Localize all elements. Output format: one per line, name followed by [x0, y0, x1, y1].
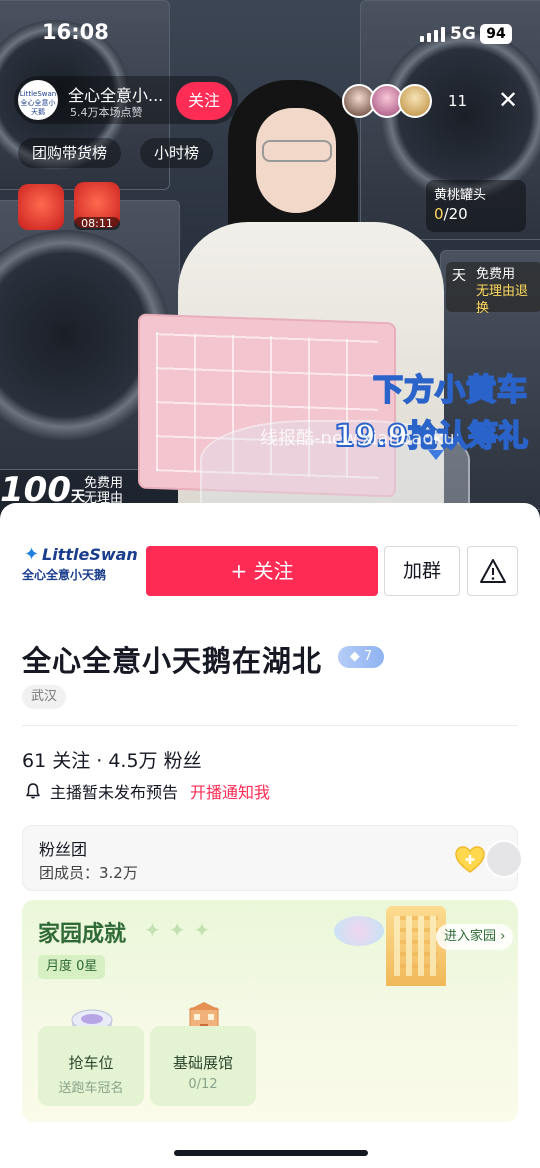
anchor-profile-sheet: ✦ LittleSwan 全心全意小天鹅 + 关注 加群 全心全意小天鹅在湖北 …	[0, 503, 540, 1168]
city-tag: 武汉	[22, 685, 67, 709]
promo-line-1: 下方小黄车	[372, 372, 528, 409]
free-use-label-left: 免费用 无理由	[84, 476, 123, 506]
heart-icon	[455, 846, 485, 873]
month-rating: 月度 0星	[38, 955, 106, 979]
viewer-count[interactable]: 11	[448, 92, 467, 110]
task-card[interactable]: 黄桃罐头 0/20	[426, 180, 526, 232]
rank-tag-hourly[interactable]: 小时榜	[140, 138, 214, 168]
free-use-left-line1: 免费用	[84, 476, 124, 491]
anchor-likes: 5.4万本场点赞	[70, 106, 143, 119]
basic-pavilion-item[interactable]: 基础展馆 0/12	[150, 1026, 256, 1106]
grab-parking-item[interactable]: 抢车位 送跑车冠名	[38, 1026, 144, 1106]
task-title: 黄桃罐头	[434, 188, 487, 203]
red-packet-countdown: 08:11	[74, 217, 120, 230]
anchor-avatar[interactable]: LittleSwan 全心全意小天鹅	[18, 80, 58, 120]
fans-club-card[interactable]: 粉丝团 团成员：3.2万	[22, 825, 523, 891]
status-bar: 16:08 5G 94	[0, 0, 540, 68]
grab-parking-sub: 送跑车冠名	[58, 1081, 124, 1096]
fans-club-members: 团成员：3.2万	[39, 864, 138, 882]
level-value: 7	[363, 649, 373, 664]
down-arrow-icon	[428, 450, 444, 460]
bell-icon	[26, 783, 40, 799]
report-button[interactable]	[467, 546, 518, 596]
follow-button[interactable]: + 关注	[146, 546, 378, 596]
network-type: 5G	[450, 24, 476, 44]
fans-club-avatar	[485, 840, 523, 878]
rank-tag-groupbuy[interactable]: 团购带货榜	[18, 138, 122, 168]
host-glasses	[262, 140, 332, 162]
live-follow-button[interactable]: 关注	[176, 82, 232, 120]
battery-icon: 94	[480, 24, 512, 44]
free-use-label-right: 天 免费用 无理由退换	[446, 262, 540, 316]
level-badge[interactable]: ◆ 7	[338, 646, 384, 668]
fans-club-title: 粉丝团	[39, 840, 88, 859]
brand-logo-bottom: 全心全意小天鹅	[22, 568, 107, 582]
task-progress: 0/20	[434, 205, 518, 223]
task-progress-total: /20	[443, 205, 468, 223]
enter-home-button[interactable]: 进入家园 ›	[436, 924, 514, 950]
cellular-signal-icon	[420, 26, 445, 42]
home-title: 家园成就	[38, 922, 127, 947]
viewer-avatar[interactable]	[398, 84, 432, 118]
follow-fan-counts[interactable]: 61 关注 · 4.5万 粉丝	[22, 746, 202, 773]
brand-logo: ✦ LittleSwan 全心全意小天鹅	[22, 544, 138, 593]
basic-pavilion-name: 基础展馆	[172, 1054, 233, 1072]
viewer-avatars[interactable]	[342, 84, 432, 120]
page-title: 全心全意小天鹅在湖北	[22, 644, 323, 678]
free-use-right-day: 天	[452, 268, 466, 284]
status-time: 16:08	[42, 20, 109, 44]
swan-icon: ✦	[24, 544, 40, 565]
grab-parking-name: 抢车位	[68, 1054, 114, 1072]
notify-me-link[interactable]: 开播通知我	[190, 779, 270, 803]
red-packet-timer[interactable]: 08:11	[74, 182, 120, 230]
notice-text: 主播暂未发布预告	[50, 783, 179, 802]
divider	[22, 725, 518, 726]
watermark: 线报酷-new.xianbaoku	[260, 428, 455, 449]
close-icon[interactable]: ✕	[496, 88, 520, 112]
anchor-name: 全心全意小...	[68, 86, 164, 105]
warning-icon	[479, 559, 506, 583]
free-use-right-line2: 无理由退换	[476, 284, 529, 316]
decoration-stars: ✦ ✦ ✦	[144, 918, 211, 942]
red-packet-icon[interactable]	[18, 184, 64, 230]
free-use-right-line1: 免费用	[476, 267, 516, 282]
home-achievement-card[interactable]: 家园成就 ✦ ✦ ✦ 月度 0星 进入家园 › 抢车位 送跑车冠名 基础展馆 0/1…	[22, 900, 518, 1122]
building-illustration	[386, 906, 446, 986]
basic-pavilion-progress: 0/12	[188, 1077, 218, 1092]
task-progress-done: 0	[434, 205, 444, 223]
live-notice: 主播暂未发布预告 开播通知我	[24, 779, 270, 803]
home-indicator[interactable]	[174, 1150, 368, 1156]
join-group-button[interactable]: 加群	[384, 546, 460, 596]
dish-illustration	[334, 916, 384, 946]
